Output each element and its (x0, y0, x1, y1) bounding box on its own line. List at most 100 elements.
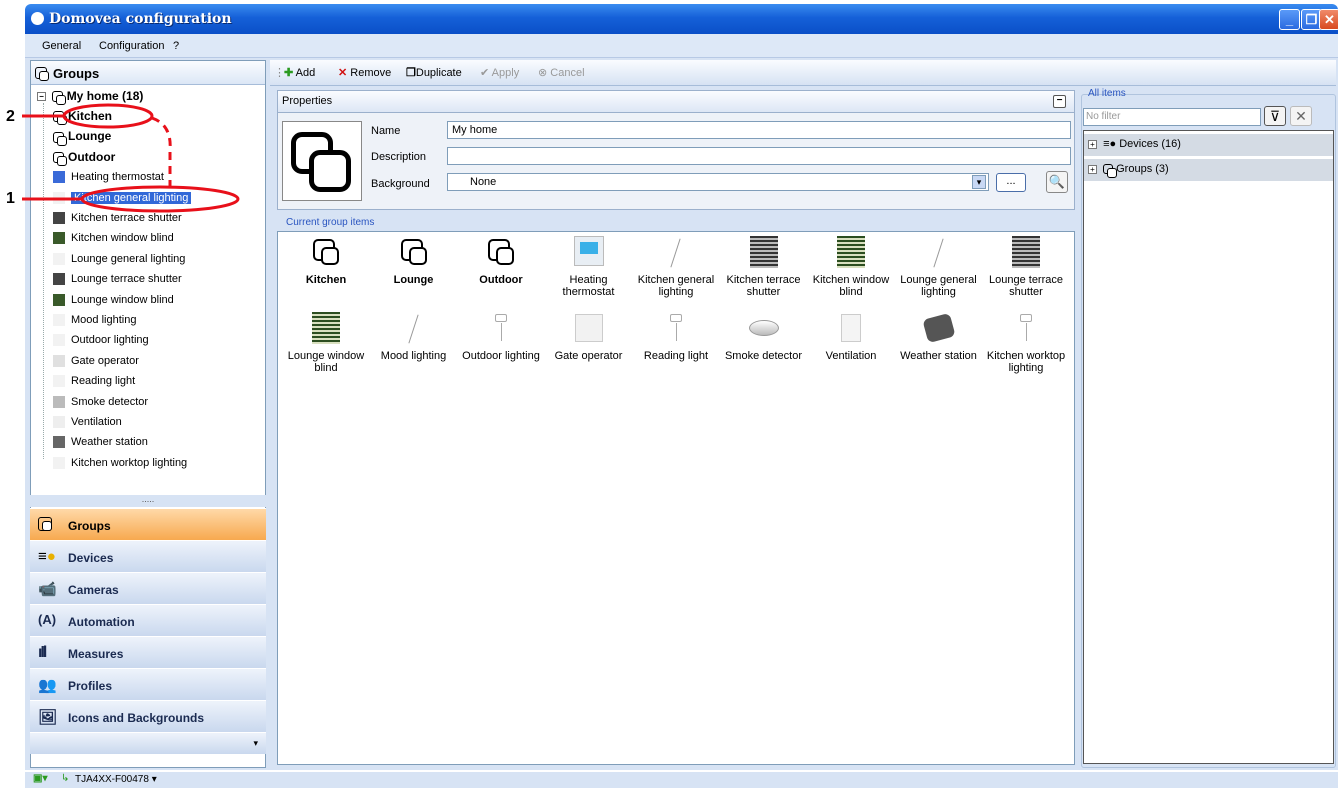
tree-item-label: Gate operator (71, 354, 139, 367)
tree-device-item[interactable]: Lounge terrace shutter (53, 270, 182, 288)
tree-item-label: Outdoor lighting (71, 334, 149, 347)
duplicate-button[interactable]: ❐Duplicate (406, 66, 462, 79)
tree-root-label: My home (18) (66, 89, 144, 103)
tree-device-item[interactable]: Heating thermostat (53, 168, 164, 186)
panel-splitter[interactable]: ..... (30, 495, 266, 507)
tree-item-label: Lounge terrace shutter (71, 273, 182, 286)
app-icon (31, 12, 44, 25)
group-item-tile[interactable]: Mood lighting (369, 312, 459, 362)
group-item-tile[interactable]: Weather station (894, 312, 984, 362)
filter-icon[interactable]: ⊽ (1264, 106, 1286, 126)
menu-configuration[interactable]: Configuration (99, 40, 164, 52)
group-item-tile[interactable]: Gate operator (544, 312, 634, 362)
group-item-tile[interactable]: Lounge window blind (281, 312, 371, 374)
nav-icons-backgrounds[interactable]: 🖼 Icons and Backgrounds (30, 700, 266, 732)
tree-device-item[interactable]: Smoke detector (53, 393, 148, 411)
tree-group-item[interactable]: Kitchen (53, 107, 112, 126)
all-items-groups[interactable]: + Groups (3) (1084, 159, 1333, 181)
group-item-tile[interactable]: Outdoor lighting (456, 312, 546, 362)
nav-icons-label: Icons and Backgrounds (68, 711, 205, 725)
tree-device-item[interactable]: Kitchen window blind (53, 229, 174, 247)
description-field[interactable] (447, 147, 1071, 165)
connection-name[interactable]: TJA4XX-F00478 ▾ (75, 774, 157, 785)
nav-overflow[interactable]: ▾ (30, 732, 266, 754)
group-item-tile[interactable]: Kitchen worktop lighting (981, 312, 1071, 374)
name-field[interactable]: My home (447, 121, 1071, 139)
nav-profiles[interactable]: 👥 Profiles (30, 668, 266, 700)
group-image[interactable] (282, 121, 362, 201)
tree-device-item[interactable]: Lounge general lighting (53, 250, 185, 268)
group-item-tile[interactable]: Lounge (369, 236, 459, 286)
device-icon (53, 395, 65, 408)
tree-device-item[interactable]: Mood lighting (53, 311, 136, 329)
collapse-icon[interactable]: − (1053, 95, 1066, 108)
tree-root[interactable]: − My home (18) (37, 87, 144, 106)
device-icon (53, 436, 65, 449)
tree-item-label: Weather station (71, 436, 148, 449)
group-item-tile[interactable]: Lounge general lighting (894, 236, 984, 298)
chevron-down-icon[interactable]: ▾ (972, 175, 986, 189)
blind-icon (835, 236, 867, 268)
remove-button[interactable]: ✕ Remove (338, 66, 391, 79)
tree-device-item[interactable]: Kitchen terrace shutter (53, 209, 182, 227)
all-items-devices[interactable]: + ≡● Devices (16) (1084, 134, 1333, 156)
name-label: Name (371, 125, 401, 137)
tree-item-label: Kitchen window blind (71, 232, 174, 245)
zoom-icon[interactable]: 🔍 (1046, 171, 1068, 193)
group-item-tile[interactable]: Kitchen (281, 236, 371, 286)
browse-button[interactable]: ... (996, 173, 1026, 192)
tree-device-item[interactable]: Outdoor lighting (53, 331, 149, 349)
tree-item-label: Outdoor (68, 149, 116, 164)
tree-device-item[interactable]: Weather station (53, 433, 148, 451)
chevron-down-icon[interactable]: ▾ (253, 738, 258, 749)
nav-measures[interactable]: ıIl Measures (30, 636, 266, 668)
shutter-icon (748, 236, 780, 268)
tree-device-item[interactable]: Reading light (53, 372, 135, 390)
group-item-label: Lounge terrace shutter (989, 274, 1063, 298)
nav-groups[interactable]: Groups (30, 508, 266, 540)
menu-general[interactable]: General (42, 40, 81, 52)
tree-group-item[interactable]: Outdoor (53, 148, 116, 167)
group-item-label: Heating thermostat (562, 274, 615, 298)
group-item-tile[interactable]: Kitchen terrace shutter (719, 236, 809, 298)
tree-device-item[interactable]: Gate operator (53, 352, 139, 370)
cancel-button[interactable]: ⊗ Cancel (538, 66, 585, 79)
tree-device-item[interactable]: Kitchen general lighting (53, 189, 192, 207)
apply-button[interactable]: ✔ Apply (480, 66, 519, 79)
group-item-tile[interactable]: Lounge terrace shutter (981, 236, 1071, 298)
background-select[interactable]: None ▾ (447, 173, 989, 191)
group-item-tile[interactable]: Ventilation (806, 312, 896, 362)
tree-device-item[interactable]: Kitchen worktop lighting (53, 454, 187, 472)
status-bar: ▣▾ ↳ TJA4XX-F00478 ▾ (25, 772, 1338, 788)
filter-input[interactable]: No filter (1083, 108, 1261, 126)
nav-automation[interactable]: (A) Automation (30, 604, 266, 636)
group-item-label: Kitchen worktop lighting (986, 350, 1066, 374)
group-item-tile[interactable]: Reading light (631, 312, 721, 362)
expand-icon[interactable]: + (1088, 139, 1097, 149)
menu-help[interactable]: ? (173, 40, 179, 52)
group-item-label: Reading light (643, 350, 709, 362)
group-item-tile[interactable]: Heating thermostat (544, 236, 634, 298)
nav-devices[interactable]: ≡● Devices (30, 540, 266, 572)
nav-cameras[interactable]: 📹 Cameras (30, 572, 266, 604)
group-item-tile[interactable]: Kitchen general lighting (631, 236, 721, 298)
minimize-button[interactable]: _ (1279, 9, 1300, 30)
close-button[interactable]: ✕ (1319, 9, 1338, 30)
group-item-tile[interactable]: Smoke detector (719, 312, 809, 362)
group-item-tile[interactable]: Outdoor (456, 236, 546, 286)
group-item-tile[interactable]: Kitchen window blind (806, 236, 896, 298)
add-icon: ✚ (284, 67, 294, 79)
tree-group-item[interactable]: Lounge (53, 127, 111, 146)
camera-icon: 📹 (38, 581, 57, 598)
group-item-label: Ventilation (825, 350, 877, 362)
tree-device-item[interactable]: Lounge window blind (53, 291, 174, 309)
collapse-icon[interactable]: − (37, 92, 46, 102)
add-button[interactable]: ✚ Add (284, 66, 315, 79)
tree-device-item[interactable]: Ventilation (53, 413, 122, 431)
connection-icon[interactable]: ▣▾ (33, 773, 47, 784)
clear-filter-icon[interactable]: ✕ (1290, 106, 1312, 126)
expand-icon[interactable]: + (1088, 164, 1097, 174)
group-icon (310, 236, 342, 268)
tree-item-label: Smoke detector (71, 395, 149, 408)
shutter-icon (1010, 236, 1042, 268)
